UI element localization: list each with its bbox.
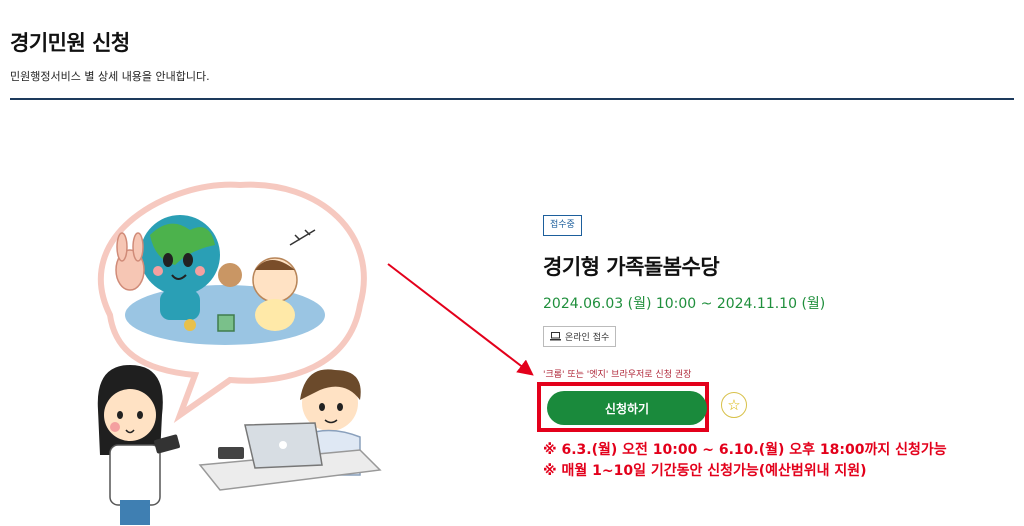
laptop-icon bbox=[550, 332, 561, 341]
page-description: 민원행정서비스 별 상세 내용을 안내합니다. bbox=[10, 70, 210, 83]
browser-recommendation: '크롬' 또는 '엣지' 브라우저로 신청 권장 bbox=[543, 370, 692, 380]
favorite-button[interactable]: ☆ bbox=[721, 392, 747, 418]
service-illustration bbox=[97, 181, 382, 525]
status-badge: 접수중 bbox=[543, 215, 582, 236]
header-divider bbox=[10, 98, 1014, 100]
page-header: 경기민원 신청 민원행정서비스 별 상세 내용을 안내합니다. bbox=[10, 26, 1014, 84]
notice-line-1: ※ 6.3.(월) 오전 10:00 ~ 6.10.(월) 오후 18:00까지… bbox=[543, 442, 947, 458]
star-icon: ☆ bbox=[727, 397, 741, 414]
application-period: 2024.06.03 (월) 10:00 ~ 2024.11.10 (월) bbox=[543, 296, 826, 312]
notice-line-2: ※ 매월 1~10일 기간동안 신청가능(예산범위내 지원) bbox=[543, 463, 867, 479]
channel-text: 온라인 접수 bbox=[565, 333, 610, 343]
channel-label: 온라인 접수 bbox=[543, 326, 617, 347]
apply-button[interactable]: 신청하기 bbox=[547, 391, 707, 425]
service-info: 접수중 경기형 가족돌봄수당 2024.06.03 (월) 10:00 ~ 20… bbox=[537, 212, 1013, 482]
apply-row: 신청하기 ☆ bbox=[537, 382, 1013, 440]
page-title: 경기민원 신청 bbox=[10, 31, 130, 55]
service-title: 경기형 가족돌봄수당 bbox=[543, 255, 720, 279]
pointer-arrow-icon bbox=[387, 263, 534, 376]
